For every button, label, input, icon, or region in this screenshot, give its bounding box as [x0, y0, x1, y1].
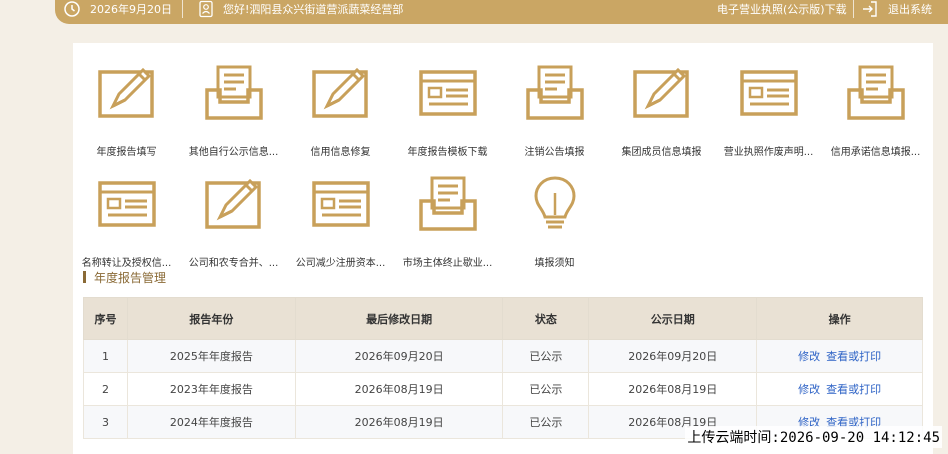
- edit-link[interactable]: 修改: [798, 350, 820, 363]
- clock-icon: [63, 0, 81, 18]
- current-date: 2026年9月20日: [90, 3, 172, 16]
- function-tile-label: 信用信息修复: [310, 147, 371, 158]
- user-greeting: 您好!泗阳县众兴街道营派蔬菜经营部: [223, 3, 404, 16]
- inbox-doc-icon: [418, 175, 478, 233]
- column-header: 最后修改日期: [294, 297, 504, 340]
- function-tile[interactable]: 其他自行公示信息...: [180, 64, 287, 158]
- form-doc-icon: [97, 175, 157, 233]
- main-panel: 年度报告填写 其他自行公示信息... 信用信息修复 年度报告模板下载 注销公告填报 集团成…: [73, 43, 933, 454]
- function-tile-label: 营业执照作废声明...: [723, 147, 814, 158]
- function-tile[interactable]: 信用信息修复: [287, 64, 394, 158]
- function-tile[interactable]: 注销公告填报: [501, 64, 608, 158]
- section-header: 年度报告管理: [83, 270, 167, 285]
- lightbulb-icon: [525, 175, 585, 233]
- status: 已公示: [502, 372, 590, 406]
- table-header-row: 序号 报告年份 最后修改日期 状态 公示日期 操作: [83, 297, 923, 340]
- logout-icon[interactable]: [861, 0, 879, 18]
- pencil-doc-icon: [97, 64, 157, 122]
- function-tile-label: 公司和农专合并、...: [188, 258, 279, 269]
- column-header: 序号: [83, 297, 128, 340]
- inbox-doc-icon: [846, 64, 906, 122]
- table-row: 2 2023年年度报告 2026年08月19日 已公示 2026年08月19日 修改 查看或…: [83, 372, 923, 406]
- form-doc-icon: [311, 175, 371, 233]
- column-header: 状态: [502, 297, 590, 340]
- inbox-doc-icon: [204, 64, 264, 122]
- pencil-doc-icon: [311, 64, 371, 122]
- function-tile-label: 市场主体终止歇业...: [402, 258, 493, 269]
- function-tile[interactable]: 名称转让及授权信...: [73, 175, 180, 269]
- function-tile-label: 注销公告填报: [524, 147, 585, 158]
- license-download-link[interactable]: 电子营业执照(公示版)下载: [717, 0, 847, 18]
- function-tile[interactable]: 信用承诺信息填报...: [822, 64, 929, 158]
- section-marker: [83, 271, 86, 283]
- status: 已公示: [502, 339, 590, 373]
- function-tile[interactable]: 集团成员信息填报: [608, 64, 715, 158]
- top-bar: 2026年9月20日 您好!泗阳县众兴街道营派蔬菜经营部 电子营业执照(公示版)…: [55, 0, 948, 24]
- function-tile-label: 集团成员信息填报: [621, 147, 702, 158]
- view-print-link[interactable]: 查看或打印: [826, 383, 881, 396]
- function-tile-label: 公司减少注册资本...: [295, 258, 386, 269]
- function-tile-label: 其他自行公示信息...: [188, 147, 279, 158]
- report-year: 2025年年度报告: [126, 339, 296, 373]
- column-header: 公示日期: [588, 297, 758, 340]
- divider: [182, 0, 183, 18]
- function-tile-label: 信用承诺信息填报...: [830, 147, 921, 158]
- logout-link[interactable]: 退出系统: [888, 0, 932, 18]
- column-header: 报告年份: [126, 297, 296, 340]
- function-tile[interactable]: 填报须知: [501, 175, 608, 269]
- function-grid: 年度报告填写 其他自行公示信息... 信用信息修复 年度报告模板下载 注销公告填报 集团成…: [73, 43, 933, 269]
- inbox-doc-icon: [525, 64, 585, 122]
- pencil-doc-icon: [632, 64, 692, 122]
- section-title: 年度报告管理: [94, 270, 167, 285]
- publish-date: 2026年09月20日: [588, 339, 758, 373]
- function-tile[interactable]: 年度报告填写: [73, 64, 180, 158]
- function-tile[interactable]: 公司减少注册资本...: [287, 175, 394, 269]
- function-tile-label: 年度报告填写: [96, 147, 157, 158]
- pencil-doc-icon: [204, 175, 264, 233]
- edit-link[interactable]: 修改: [798, 383, 820, 396]
- row-number: 3: [83, 405, 128, 439]
- upload-timestamp: 上传云端时间:2026-09-20 14:12:45: [685, 426, 942, 448]
- function-tile-label: 年度报告模板下载: [407, 147, 488, 158]
- status: 已公示: [502, 405, 590, 439]
- last-modified-date: 2026年08月19日: [294, 372, 504, 406]
- row-number: 2: [83, 372, 128, 406]
- divider: [853, 0, 854, 18]
- annual-report-table: 序号 报告年份 最后修改日期 状态 公示日期 操作 1 2025年年度报告 2026…: [83, 297, 923, 439]
- function-tile[interactable]: 市场主体终止歇业...: [394, 175, 501, 269]
- publish-date: 2026年08月19日: [588, 372, 758, 406]
- row-number: 1: [83, 339, 128, 373]
- report-year: 2023年年度报告: [126, 372, 296, 406]
- function-tile-label: 填报须知: [534, 258, 575, 269]
- row-actions: 修改 查看或打印: [756, 339, 923, 373]
- last-modified-date: 2026年09月20日: [294, 339, 504, 373]
- form-doc-icon: [418, 64, 478, 122]
- user-icon: [198, 0, 214, 18]
- view-print-link[interactable]: 查看或打印: [826, 350, 881, 363]
- function-tile[interactable]: 营业执照作废声明...: [715, 64, 822, 158]
- form-doc-icon: [739, 64, 799, 122]
- last-modified-date: 2026年08月19日: [294, 405, 504, 439]
- function-tile-label: 名称转让及授权信...: [81, 258, 172, 269]
- function-tile[interactable]: 年度报告模板下载: [394, 64, 501, 158]
- function-tile[interactable]: 公司和农专合并、...: [180, 175, 287, 269]
- row-actions: 修改 查看或打印: [756, 372, 923, 406]
- report-year: 2024年年度报告: [126, 405, 296, 439]
- column-header: 操作: [756, 297, 923, 340]
- table-row: 1 2025年年度报告 2026年09月20日 已公示 2026年09月20日 修改 查看或…: [83, 339, 923, 373]
